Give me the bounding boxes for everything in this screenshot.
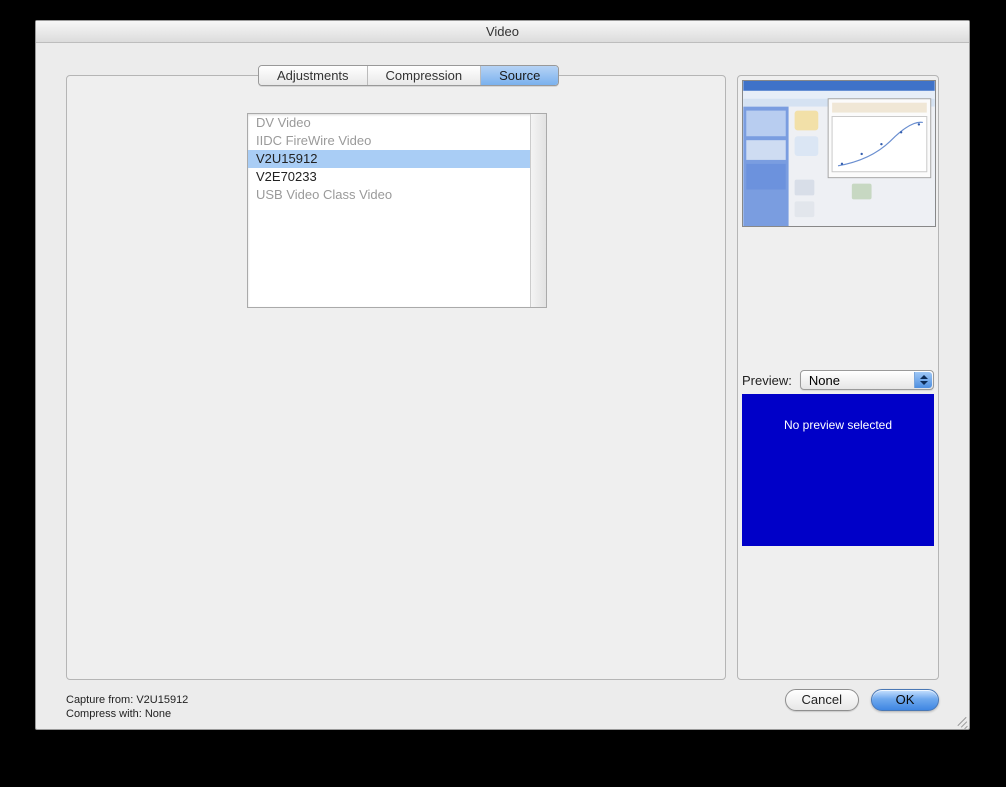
preview-select-row: Preview: None [742,370,934,390]
cancel-button[interactable]: Cancel [785,689,859,711]
source-list-scrollbar[interactable] [530,114,546,307]
compress-with-value: None [145,708,171,720]
capture-from-label: Capture from: [66,694,133,706]
tab-adjustments[interactable]: Adjustments [259,66,368,85]
capture-from-line: Capture from: V2U15912 [66,693,188,707]
dialog-content: DV Video IIDC FireWire Video V2U15912 V2… [36,43,969,729]
source-item-iidc-firewire: IIDC FireWire Video [248,132,530,150]
preview-select-stepper-icon[interactable] [914,372,932,388]
video-settings-dialog: Video DV Video IIDC FireWire Video V2U15… [35,20,970,730]
source-item-v2e70233[interactable]: V2E70233 [248,168,530,186]
resize-grip-icon[interactable] [953,713,967,727]
main-panel: DV Video IIDC FireWire Video V2U15912 V2… [66,75,726,680]
preview-thumbnail [742,80,936,227]
preview-area: No preview selected [742,394,934,546]
compress-with-line: Compress with: None [66,707,188,721]
ok-button[interactable]: OK [871,689,939,711]
preview-label: Preview: [742,373,792,388]
footer-buttons: Cancel OK [785,689,939,711]
preview-select-value: None [809,373,840,388]
source-listbox[interactable]: DV Video IIDC FireWire Video V2U15912 V2… [247,113,547,308]
source-item-v2u15912[interactable]: V2U15912 [248,150,530,168]
compress-with-label: Compress with: [66,708,142,720]
preview-panel: Preview: None No preview selected [737,75,939,680]
window-title: Video [36,21,969,43]
capture-from-value: V2U15912 [136,694,188,706]
tab-source[interactable]: Source [481,66,558,85]
tab-bar: Adjustments Compression Source [258,65,559,86]
source-item-dv-video: DV Video [248,114,530,132]
source-item-usb-video-class: USB Video Class Video [248,186,530,204]
preview-select[interactable]: None [800,370,934,390]
thumbnail-graphic-icon [743,81,935,226]
footer-info: Capture from: V2U15912 Compress with: No… [66,693,188,721]
tab-compression[interactable]: Compression [368,66,482,85]
source-list-items: DV Video IIDC FireWire Video V2U15912 V2… [248,114,530,307]
preview-placeholder-text: No preview selected [784,418,892,432]
